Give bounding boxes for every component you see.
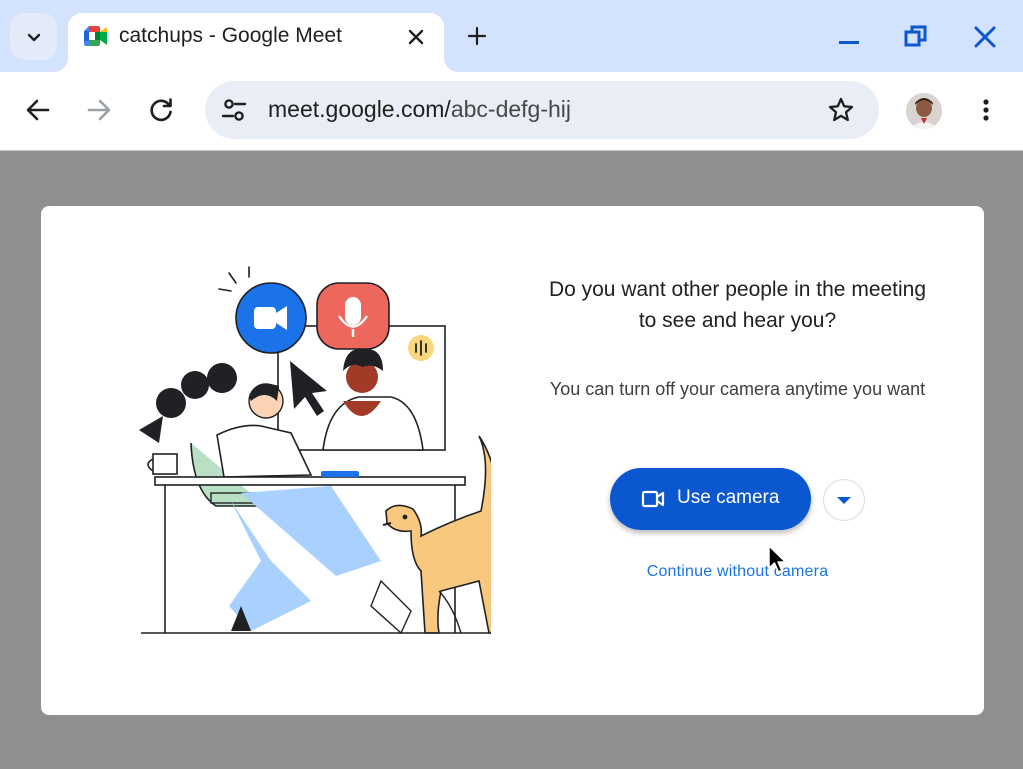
url-path: abc-defg-hij <box>450 96 572 122</box>
meeting-illustration <box>139 266 491 635</box>
active-tab[interactable]: catchups - Google Meet <box>68 13 444 72</box>
tab-search-button[interactable] <box>10 13 57 60</box>
continue-without-camera-link[interactable]: Continue without camera <box>541 563 934 581</box>
arrow-drop-down-icon <box>837 497 851 504</box>
browser-toolbar: meet.google.com/abc-defg-hij <box>0 72 1023 151</box>
chevron-down-icon <box>27 33 40 41</box>
restore-icon[interactable] <box>903 24 929 50</box>
browser-tab-strip: catchups - Google Meet <box>0 0 1023 72</box>
address-bar[interactable]: meet.google.com/abc-defg-hij <box>205 81 879 139</box>
google-meet-icon <box>84 26 107 46</box>
close-icon[interactable] <box>972 24 998 50</box>
tune-icon[interactable] <box>219 95 249 125</box>
dialog-subtitle: You can turn off your camera anytime you… <box>549 379 926 399</box>
more-vert-icon[interactable] <box>974 96 998 124</box>
videocam-icon <box>641 490 665 508</box>
close-icon[interactable] <box>406 27 426 47</box>
star-icon[interactable] <box>827 96 855 124</box>
url-domain: meet.google.com/ <box>268 96 451 122</box>
use-camera-button[interactable]: Use camera <box>610 468 811 530</box>
camera-options-dropdown[interactable] <box>823 479 865 521</box>
plus-icon[interactable] <box>466 25 488 47</box>
profile-avatar[interactable] <box>906 93 942 129</box>
use-camera-label: Use camera <box>677 487 780 508</box>
tab-title: catchups - Google Meet <box>119 24 342 47</box>
dialog-title: Do you want other people in the meeting … <box>548 278 927 332</box>
arrow-left-icon[interactable] <box>24 96 52 124</box>
minimize-icon[interactable] <box>836 24 862 50</box>
url-text[interactable]: meet.google.com/abc-defg-hij <box>268 96 571 123</box>
avatar-image <box>906 93 942 129</box>
camera-permission-dialog: Do you want other people in the meeting … <box>41 206 984 715</box>
reload-icon[interactable] <box>147 96 175 124</box>
arrow-right-icon[interactable] <box>85 96 113 124</box>
mouse-cursor-icon <box>768 545 787 573</box>
